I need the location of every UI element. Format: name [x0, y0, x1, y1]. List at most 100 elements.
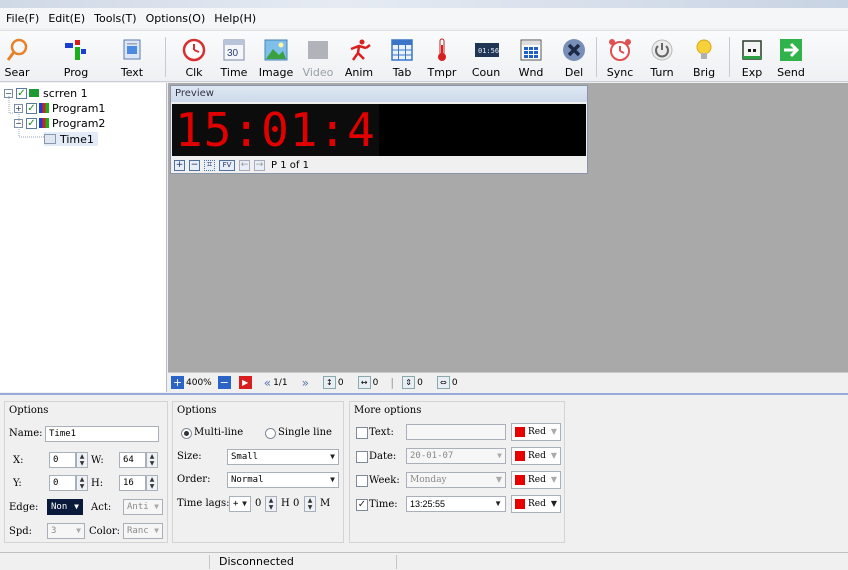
horizontal-offset-control[interactable]: ⇔ 0: [436, 376, 458, 389]
date-option-label: Date:: [369, 451, 397, 462]
minutes-value[interactable]: 0: [293, 498, 299, 509]
turn-button[interactable]: Turn: [648, 33, 676, 81]
w-stepper[interactable]: ▲ ▼: [146, 452, 158, 468]
text-button[interactable]: Text: [115, 33, 149, 81]
w-label: W:: [91, 455, 104, 466]
led-clock-display: 15:01:45: [172, 104, 379, 156]
image-icon: [263, 37, 289, 63]
sync-button[interactable]: Sync: [606, 33, 634, 81]
temperature-button[interactable]: Tmpr: [427, 33, 457, 81]
dropdown-arrow-icon: ▼: [154, 526, 159, 535]
zoom-bar: + 400% − ▶ « 1/1 » ↕ 0 ↔ 0 | ⇕ 0 ⇔ 0: [168, 372, 848, 392]
menu-options[interactable]: Options(O): [146, 12, 206, 25]
time-format-select[interactable]: 13:25:55 ▼: [406, 496, 506, 512]
time-button[interactable]: 30 Time: [219, 33, 249, 81]
brightness-label: Brig: [692, 66, 716, 79]
horizontal-size-control[interactable]: ↔ 0: [357, 376, 379, 389]
w-input[interactable]: 64: [119, 452, 146, 468]
zoom-out-button[interactable]: −: [217, 376, 233, 389]
order-select[interactable]: Normal ▼: [227, 472, 339, 488]
color-swatch: [515, 427, 525, 437]
menu-edit[interactable]: Edit(E): [48, 12, 85, 25]
window-title-bar: [0, 0, 848, 8]
x-input[interactable]: 0: [49, 452, 76, 468]
zoom-in-icon[interactable]: +: [174, 160, 185, 171]
dropdown-arrow-icon: ▼: [330, 452, 335, 461]
text-checkbox[interactable]: [356, 427, 368, 439]
animation-button[interactable]: Anim: [345, 33, 373, 81]
next-page-icon[interactable]: →: [254, 160, 265, 171]
clock-button[interactable]: Clk: [180, 33, 208, 81]
date-format-select[interactable]: 20-01-07 ▼: [406, 448, 506, 464]
time-lags-sign-select[interactable]: + ▼: [229, 496, 251, 512]
edge-select[interactable]: Non ▼: [47, 499, 83, 515]
video-icon: [305, 37, 331, 63]
h-stepper[interactable]: ▲ ▼: [146, 475, 158, 491]
zoom-out-icon[interactable]: −: [189, 160, 200, 171]
hours-stepper[interactable]: ▲ ▼: [265, 496, 277, 512]
window-button[interactable]: Wnd: [516, 33, 546, 81]
value: 0: [372, 377, 379, 388]
y-stepper[interactable]: ▲ ▼: [76, 475, 88, 491]
text-option-input[interactable]: [406, 424, 506, 440]
hours-label: H: [281, 498, 290, 509]
fv-button[interactable]: FV: [219, 160, 235, 171]
fit-icon[interactable]: ⌗: [204, 160, 215, 171]
multi-line-radio[interactable]: [181, 428, 192, 439]
led-screen[interactable]: 15:01:45: [172, 104, 586, 156]
vertical-offset-control[interactable]: ⇕ 0: [402, 376, 423, 389]
tree-lines: [8, 96, 44, 138]
prev-page-icon[interactable]: ←: [239, 160, 250, 171]
week-color-select[interactable]: Red ▼: [511, 471, 561, 489]
search-button[interactable]: Sear: [4, 33, 30, 81]
power-icon: [649, 37, 675, 63]
forward-icon: »: [301, 375, 309, 390]
table-button[interactable]: Tab: [388, 33, 416, 81]
sync-label: Sync: [606, 66, 634, 79]
vertical-size-control[interactable]: ↕ 0: [322, 376, 344, 389]
color-select[interactable]: Ranc ▼: [123, 523, 163, 539]
last-page-button[interactable]: »: [302, 376, 309, 390]
week-checkbox[interactable]: [356, 475, 368, 487]
single-line-label: Single line: [278, 427, 332, 438]
text-color-select[interactable]: Red ▼: [511, 423, 561, 441]
h-input[interactable]: 16: [119, 475, 146, 491]
menu-tools[interactable]: Tools(T): [94, 12, 136, 25]
zoom-in-button[interactable]: + 400%: [171, 376, 212, 389]
play-button[interactable]: ▶: [238, 376, 254, 389]
brightness-button[interactable]: Brig: [690, 33, 718, 81]
first-page-button[interactable]: « 1/1: [264, 376, 288, 390]
single-line-radio[interactable]: [265, 428, 276, 439]
color-value: Ranc: [127, 526, 149, 536]
image-button[interactable]: Image: [258, 33, 294, 81]
expand-horizontal-icon: ⇔: [436, 376, 450, 389]
export-button[interactable]: Exp: [738, 33, 766, 81]
panel-title: More options: [354, 405, 422, 416]
hours-value[interactable]: 0: [255, 498, 261, 509]
video-button[interactable]: Video: [301, 33, 335, 81]
menu-help[interactable]: Help(H): [214, 12, 256, 25]
counter-button[interactable]: 01:56 Coun: [470, 33, 502, 81]
y-input[interactable]: 0: [49, 475, 76, 491]
date-checkbox[interactable]: [356, 451, 368, 463]
send-button[interactable]: Send: [776, 33, 806, 81]
tree-label: Program2: [52, 116, 106, 130]
speed-select[interactable]: 3 ▼: [47, 523, 85, 539]
week-format-select[interactable]: Monday ▼: [406, 472, 506, 488]
separator: |: [390, 376, 395, 389]
date-color-select[interactable]: Red ▼: [511, 447, 561, 465]
minutes-label: M: [320, 498, 331, 509]
program-button[interactable]: Prog: [58, 33, 94, 81]
order-label: Order:: [177, 474, 211, 485]
h-label: H:: [91, 478, 104, 489]
act-select[interactable]: Anti ▼: [123, 499, 163, 515]
time-checkbox[interactable]: ✓: [356, 499, 368, 511]
size-select[interactable]: Small ▼: [227, 449, 339, 465]
name-input[interactable]: Time1: [45, 426, 159, 442]
time-color-select[interactable]: Red ▼: [511, 495, 561, 513]
delete-button[interactable]: Del: [560, 33, 588, 81]
animation-icon: [346, 37, 372, 63]
menu-file[interactable]: File(F): [6, 12, 39, 25]
minutes-stepper[interactable]: ▲ ▼: [304, 496, 316, 512]
x-stepper[interactable]: ▲ ▼: [76, 452, 88, 468]
